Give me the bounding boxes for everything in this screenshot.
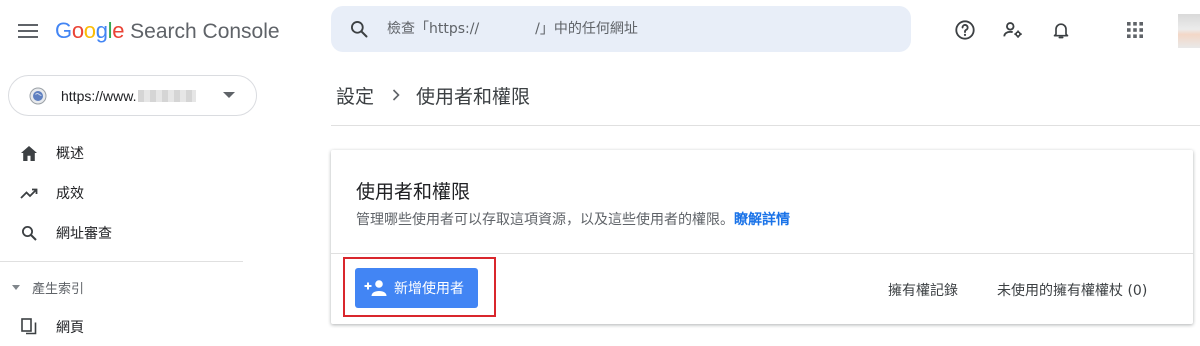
google-wordmark: Google bbox=[55, 18, 124, 44]
logo-letter: o bbox=[71, 18, 84, 43]
url-inspection-search[interactable] bbox=[331, 6, 911, 52]
users-permissions-card: 使用者和權限 管理哪些使用者可以存取這項資源，以及這些使用者的權限。瞭解詳情 新… bbox=[331, 150, 1193, 324]
property-selector[interactable]: https://www. bbox=[8, 75, 257, 116]
search-input[interactable] bbox=[387, 6, 887, 52]
add-user-label: 新增使用者 bbox=[394, 280, 464, 296]
card-description-text: 管理哪些使用者可以存取這項資源，以及這些使用者的權限。 bbox=[356, 212, 734, 228]
manage-users-icon bbox=[1003, 22, 1022, 38]
globe-icon bbox=[29, 87, 47, 105]
app-logo[interactable]: Google Search Console bbox=[55, 18, 280, 44]
sidebar-section-label: 產生索引 bbox=[32, 281, 85, 297]
help-icon bbox=[955, 20, 975, 40]
search-icon[interactable] bbox=[335, 6, 383, 52]
sidebar-item-url-inspection[interactable]: 網址審查 bbox=[0, 214, 260, 252]
dropdown-caret-icon bbox=[223, 92, 235, 98]
logo-letter: G bbox=[55, 18, 72, 43]
property-url: https://www. bbox=[61, 87, 137, 104]
card-title: 使用者和權限 bbox=[356, 181, 471, 203]
pages-icon bbox=[18, 316, 40, 338]
sidebar-item-pages[interactable]: 網頁 bbox=[0, 308, 260, 346]
card-description: 管理哪些使用者可以存取這項資源，以及這些使用者的權限。瞭解詳情 bbox=[356, 209, 790, 229]
account-avatar[interactable] bbox=[1178, 14, 1200, 48]
breadcrumb-current: 使用者和權限 bbox=[416, 85, 531, 108]
sidebar-item-label: 成效 bbox=[56, 186, 84, 202]
add-user-button[interactable]: 新增使用者 bbox=[355, 268, 478, 308]
sidebar-item-label: 概述 bbox=[56, 146, 84, 162]
main-menu-button[interactable] bbox=[14, 17, 42, 45]
hamburger-menu-icon bbox=[18, 24, 38, 38]
apps-button[interactable] bbox=[1120, 15, 1150, 45]
learn-more-link[interactable]: 瞭解詳情 bbox=[734, 212, 790, 228]
sidebar-section-indexing[interactable]: 產生索引 bbox=[0, 272, 260, 302]
trending-up-icon bbox=[18, 182, 40, 204]
notifications-button[interactable] bbox=[1046, 15, 1076, 45]
breadcrumb-parent[interactable]: 設定 bbox=[336, 82, 374, 109]
home-icon bbox=[18, 142, 40, 164]
unused-ownership-tokens-button[interactable]: 未使用的擁有權權杖 (0) bbox=[997, 280, 1147, 300]
sidebar-item-label: 網頁 bbox=[56, 320, 84, 336]
sidebar-item-performance[interactable]: 成效 bbox=[0, 174, 260, 212]
sidebar-item-overview[interactable]: 概述 bbox=[0, 134, 260, 172]
manage-users-button[interactable] bbox=[998, 15, 1028, 45]
sidebar-divider bbox=[0, 261, 243, 262]
help-button[interactable] bbox=[950, 15, 980, 45]
product-name: Search Console bbox=[130, 20, 280, 43]
chevron-right-icon bbox=[392, 89, 400, 101]
collapse-triangle-icon bbox=[12, 285, 20, 290]
logo-letter: o bbox=[83, 18, 96, 43]
apps-grid-icon bbox=[1127, 22, 1143, 38]
logo-letter: g bbox=[95, 18, 108, 43]
header-divider bbox=[331, 125, 1200, 126]
search-icon bbox=[18, 222, 40, 244]
notifications-icon bbox=[1053, 23, 1069, 39]
person-add-icon bbox=[364, 276, 388, 300]
redacted-domain bbox=[138, 89, 197, 102]
logo-letter: e bbox=[112, 18, 125, 43]
breadcrumb: 設定 使用者和權限 bbox=[336, 80, 530, 110]
sidebar-item-label: 網址審查 bbox=[56, 226, 112, 242]
card-divider bbox=[331, 253, 1193, 254]
ownership-history-button[interactable]: 擁有權記錄 bbox=[888, 280, 958, 300]
top-bar: Google Search Console bbox=[0, 0, 1200, 62]
